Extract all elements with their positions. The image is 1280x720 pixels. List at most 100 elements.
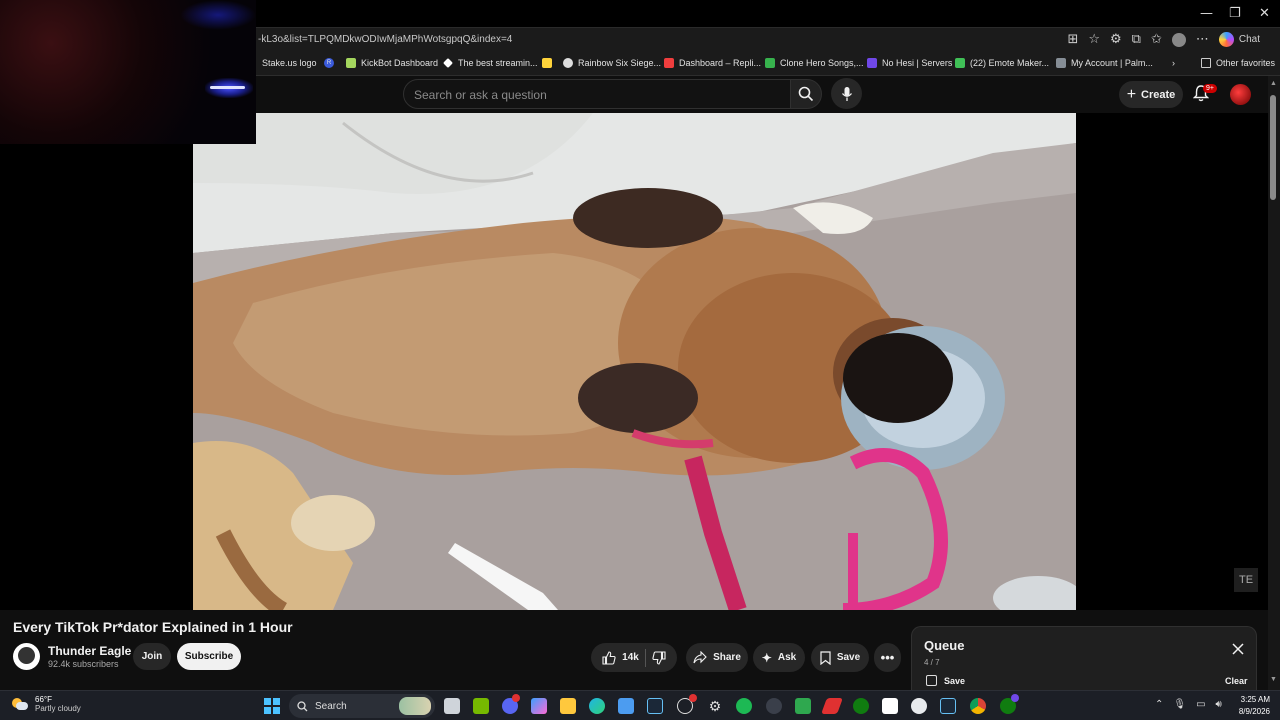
b-app-icon[interactable] xyxy=(795,698,811,714)
windows-taskbar: 66°F Partly cloudy Search ⚙ ⌃ 🎙︎ ▭ 🔊︎ 3:… xyxy=(0,690,1280,720)
extensions-icon[interactable]: ⚙ xyxy=(1110,32,1122,47)
close-icon[interactable] xyxy=(1232,643,1244,655)
channel-avatar-image xyxy=(18,647,35,664)
app-available-icon[interactable]: ⊞ xyxy=(1067,32,1078,47)
scroll-up-icon[interactable]: ▲ xyxy=(1270,80,1277,87)
bookmark-label: KickBot Dashboard xyxy=(361,58,439,68)
split-screen-icon[interactable]: ⧉ xyxy=(1132,32,1141,47)
microphone-icon[interactable]: 🎙︎ xyxy=(1173,699,1186,710)
share-icon xyxy=(693,651,707,664)
tray-overflow-chevron-icon[interactable]: ⌃ xyxy=(1155,699,1163,710)
bookmark-item[interactable]: The best streamin... xyxy=(443,58,538,68)
temperature: 66°F xyxy=(35,695,52,704)
plus-icon: + xyxy=(1126,85,1137,103)
thumbs-down-icon[interactable] xyxy=(652,650,666,665)
channel-avatar[interactable] xyxy=(13,643,40,670)
bookmark-label: Dashboard – Repli... xyxy=(679,58,762,68)
steam-icon-2[interactable] xyxy=(940,698,956,714)
more-horizontal-icon: ••• xyxy=(880,650,895,665)
like-button[interactable]: 14k xyxy=(602,650,639,665)
partly-cloudy-icon xyxy=(12,697,28,711)
copilot-chat-button[interactable]: Chat xyxy=(1218,32,1260,47)
account-avatar[interactable] xyxy=(1230,84,1251,105)
save-button[interactable]: Save xyxy=(811,643,869,672)
display-icon[interactable]: ▭ xyxy=(1196,699,1205,710)
streaming-icon xyxy=(443,58,453,68)
bookmark-item[interactable]: Clone Hero Songs,... xyxy=(765,58,864,68)
bookmark-item[interactable]: Stake.us logo xyxy=(262,58,317,68)
nvidia-icon[interactable] xyxy=(473,698,489,714)
sheets-icon xyxy=(765,58,775,68)
video-title: Every TikTok Pr*dator Explained in 1 Hou… xyxy=(13,619,293,635)
video-frame[interactable] xyxy=(193,113,1076,610)
microphone-icon xyxy=(841,86,852,101)
more-actions-button[interactable]: ••• xyxy=(874,643,901,672)
queue-clear-button[interactable]: Clear xyxy=(1225,676,1248,686)
channel-name[interactable]: Thunder Eagle xyxy=(48,644,131,658)
more-menu-icon[interactable]: ⋯ xyxy=(1196,32,1209,47)
bookmark-item[interactable]: My Account | Palm... xyxy=(1056,58,1153,68)
xbox-icon[interactable] xyxy=(853,698,869,714)
scrollbar-thumb[interactable] xyxy=(1270,95,1276,200)
bookmark-item[interactable]: KickBot Dashboard xyxy=(346,58,438,68)
like-dislike-group: 14k xyxy=(591,643,677,672)
bookmark-item[interactable] xyxy=(542,58,552,68)
bookmark-item[interactable]: R xyxy=(324,58,334,68)
bookmarks-overflow-button[interactable]: › xyxy=(1172,58,1175,68)
spotify-icon[interactable] xyxy=(736,698,752,714)
search-placeholder: Search or ask a question xyxy=(414,88,547,102)
queue-position: 4 / 7 xyxy=(924,658,940,667)
join-button[interactable]: Join xyxy=(133,643,171,670)
ask-button[interactable]: ✦ Ask xyxy=(753,643,805,672)
snapchat-icon xyxy=(542,58,552,68)
clock-date: 8/9/2026 xyxy=(1238,707,1270,716)
red-app-icon[interactable] xyxy=(821,698,843,714)
edge-icon[interactable] xyxy=(589,698,605,714)
weather-widget[interactable]: 66°F Partly cloudy xyxy=(12,695,81,713)
bookmark-icon xyxy=(820,650,831,665)
steam-icon[interactable] xyxy=(647,698,663,714)
google-icon[interactable] xyxy=(911,698,927,714)
taskbar-search[interactable]: Search xyxy=(289,694,435,718)
favorite-star-icon[interactable]: ☆ xyxy=(1088,32,1100,47)
screen: — ❐ ✕ -kL3o&list=TLPQMDkwODIwMjaMPhWotsg… xyxy=(0,0,1280,720)
favorites-icon[interactable]: ✩ xyxy=(1151,32,1162,47)
scroll-down-icon[interactable]: ▼ xyxy=(1270,676,1277,683)
no-hesi-icon xyxy=(867,58,877,68)
clock[interactable]: 3:25 AM 8/9/2026 xyxy=(1230,694,1270,718)
file-explorer-icon[interactable] xyxy=(560,698,576,714)
voice-search-button[interactable] xyxy=(831,78,862,109)
volume-icon[interactable]: 🔊︎ xyxy=(1216,699,1222,710)
4k-app-icon[interactable] xyxy=(766,698,782,714)
bookmark-item[interactable]: No Hesi | Servers xyxy=(867,58,952,68)
restore-button[interactable]: ❐ xyxy=(1229,6,1241,21)
store-icon[interactable] xyxy=(618,698,634,714)
queue-save-checkbox[interactable]: Save xyxy=(926,675,965,686)
minimize-button[interactable]: — xyxy=(1200,6,1213,21)
webcam-light xyxy=(180,0,256,30)
other-favorites[interactable]: Other favorites xyxy=(1201,58,1275,68)
bookmark-item[interactable]: Dashboard – Repli... xyxy=(664,58,761,68)
webcam-overlay xyxy=(0,0,256,144)
search-button[interactable] xyxy=(790,79,822,109)
bookmark-item[interactable]: (22) Emote Maker... xyxy=(955,58,1049,68)
share-button[interactable]: Share xyxy=(686,643,748,672)
browser-toolbar: ⊞ ☆ ⚙ ⧉ ✩ ⋯ Chat xyxy=(1067,32,1260,47)
channel-watermark[interactable]: TE xyxy=(1234,568,1258,592)
create-button[interactable]: + Create xyxy=(1119,81,1183,108)
bookmark-label: No Hesi | Servers xyxy=(882,58,953,68)
copilot-icon[interactable] xyxy=(531,698,547,714)
settings-gear-icon[interactable]: ⚙ xyxy=(707,698,723,714)
search-input[interactable]: Search or ask a question xyxy=(403,79,791,109)
folder-icon xyxy=(1201,58,1211,68)
task-view-icon[interactable] xyxy=(444,698,460,714)
chrome-icon[interactable] xyxy=(970,698,986,714)
subscribe-button[interactable]: Subscribe xyxy=(177,643,241,670)
bookmark-item[interactable]: Rainbow Six Siege... xyxy=(563,58,661,68)
url-field[interactable]: -kL3o&list=TLPQMDkwODIwMjaMPhWotsgpqQ&in… xyxy=(258,34,512,45)
notion-icon[interactable] xyxy=(882,698,898,714)
xbox-app-badge xyxy=(1011,694,1019,702)
close-window-button[interactable]: ✕ xyxy=(1259,6,1270,21)
profile-avatar[interactable] xyxy=(1171,32,1186,47)
start-windows-icon[interactable] xyxy=(264,698,280,714)
